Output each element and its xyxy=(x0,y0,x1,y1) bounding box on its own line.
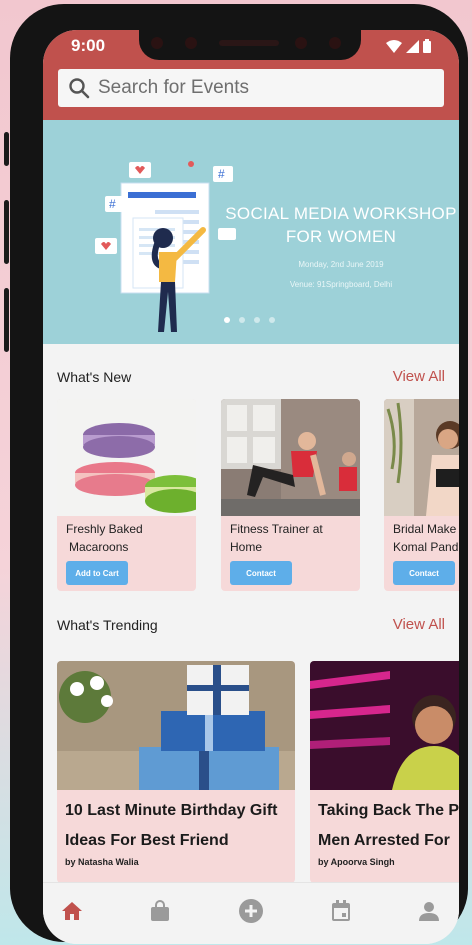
nav-shop[interactable] xyxy=(146,897,174,925)
side-button xyxy=(4,200,9,264)
search-bar[interactable] xyxy=(58,69,444,107)
card-title-line: Fitness Trainer at xyxy=(230,522,323,536)
banner-venue: Venue: 91Springboard, Delhi xyxy=(289,280,393,289)
product-card[interactable]: Freshly Baked Macaroons Add to Cart xyxy=(57,399,196,591)
article-title-line: Ideas For Best Friend xyxy=(65,832,229,849)
section-title: What's New xyxy=(57,368,132,385)
earpiece-speaker xyxy=(219,40,279,46)
whats-trending-header: What's Trending View All xyxy=(57,616,445,633)
card-image xyxy=(57,399,196,516)
section-title: What's Trending xyxy=(57,616,158,633)
bridal-image xyxy=(384,399,459,516)
card-title: Freshly Baked Macaroons xyxy=(66,520,191,556)
carousel-dot[interactable] xyxy=(254,317,260,323)
article-image xyxy=(57,661,295,790)
article-title-line: 10 Last Minute Birthday Gift xyxy=(65,802,278,819)
svg-text:#: # xyxy=(218,167,225,181)
person-icon xyxy=(419,902,439,921)
card-title-line: Freshly Baked xyxy=(66,522,143,536)
banner-date: Monday, 2nd June 2019 xyxy=(298,260,384,269)
carousel-dots[interactable] xyxy=(224,317,275,323)
search-header xyxy=(43,64,459,120)
battery-icon xyxy=(423,39,431,53)
search-icon xyxy=(69,78,90,99)
article-title-line: Taking Back The Po xyxy=(318,802,459,819)
wifi-icon xyxy=(386,40,402,53)
side-button xyxy=(4,288,9,352)
view-all-link[interactable]: View All xyxy=(393,368,445,385)
camera-lens xyxy=(295,37,307,49)
event-banner[interactable]: # # SOCIAL MEDIA WORKSHOP FOR WOMEN Mond… xyxy=(43,120,459,344)
carousel-dot[interactable] xyxy=(239,317,245,323)
signal-icon xyxy=(406,40,419,53)
view-all-link[interactable]: View All xyxy=(393,616,445,633)
article-title: 10 Last Minute Birthday Gift Ideas For B… xyxy=(65,796,295,856)
card-title-line: Komal Pand xyxy=(393,540,459,554)
article-card[interactable]: Taking Back The Po Men Arrested For by A… xyxy=(310,661,459,883)
article-card[interactable]: 10 Last Minute Birthday Gift Ideas For B… xyxy=(57,661,295,883)
contact-button[interactable]: Contact xyxy=(393,561,455,585)
article-author: by Natasha Walia xyxy=(65,857,139,867)
calendar-icon xyxy=(332,900,350,921)
nav-add[interactable] xyxy=(237,897,265,925)
nav-home[interactable] xyxy=(58,897,86,925)
article-author: by Apoorva Singh xyxy=(318,857,395,867)
bottom-navigation xyxy=(43,882,459,944)
card-title-line: Home xyxy=(230,540,263,554)
app-screen: 9:00 Search for Events # # SOCIAL MEDIA … xyxy=(43,30,459,944)
side-button xyxy=(4,132,9,166)
speaker-portrait-image xyxy=(310,661,459,790)
search-input[interactable] xyxy=(98,77,398,99)
gift-boxes-image xyxy=(57,661,295,790)
card-title: Fitness Trainer at Home xyxy=(230,520,355,556)
nav-profile[interactable] xyxy=(415,897,443,925)
carousel-dot[interactable] xyxy=(269,317,275,323)
carousel-dot[interactable] xyxy=(224,317,230,323)
fitness-image xyxy=(221,399,360,516)
card-title-line: Bridal Make xyxy=(393,522,457,536)
macaroons-image xyxy=(57,399,196,516)
status-bar: 9:00 xyxy=(43,30,459,64)
contact-button[interactable]: Contact xyxy=(230,561,292,585)
camera-lens xyxy=(185,37,197,49)
card-image xyxy=(221,399,360,516)
camera-lens xyxy=(151,37,163,49)
banner-title: SOCIAL MEDIA WORKSHOP FOR WOMEN xyxy=(225,204,457,246)
home-icon xyxy=(62,902,82,920)
status-icons xyxy=(386,39,431,53)
service-card[interactable]: Fitness Trainer at Home Contact xyxy=(221,399,360,591)
card-title-line: Macaroons xyxy=(69,540,129,554)
article-title-line: Men Arrested For xyxy=(318,832,450,849)
nav-calendar[interactable] xyxy=(327,897,355,925)
service-card[interactable]: Bridal Make Komal Pand Contact xyxy=(384,399,459,591)
whats-new-header: What's New View All xyxy=(57,368,445,385)
svg-text:#: # xyxy=(109,197,116,211)
camera-lens xyxy=(329,37,341,49)
status-time: 9:00 xyxy=(71,36,106,55)
add-circle-icon xyxy=(239,899,263,923)
card-image xyxy=(384,399,459,516)
shopping-bag-icon xyxy=(151,900,169,921)
article-title: Taking Back The Po Men Arrested For xyxy=(318,796,459,856)
add-to-cart-button[interactable]: Add to Cart xyxy=(66,561,128,585)
camera-notch xyxy=(139,30,361,60)
phone-frame: 9:00 Search for Events # # SOCIAL MEDIA … xyxy=(4,4,468,944)
article-image xyxy=(310,661,459,790)
card-title: Bridal Make Komal Pand xyxy=(393,520,459,556)
